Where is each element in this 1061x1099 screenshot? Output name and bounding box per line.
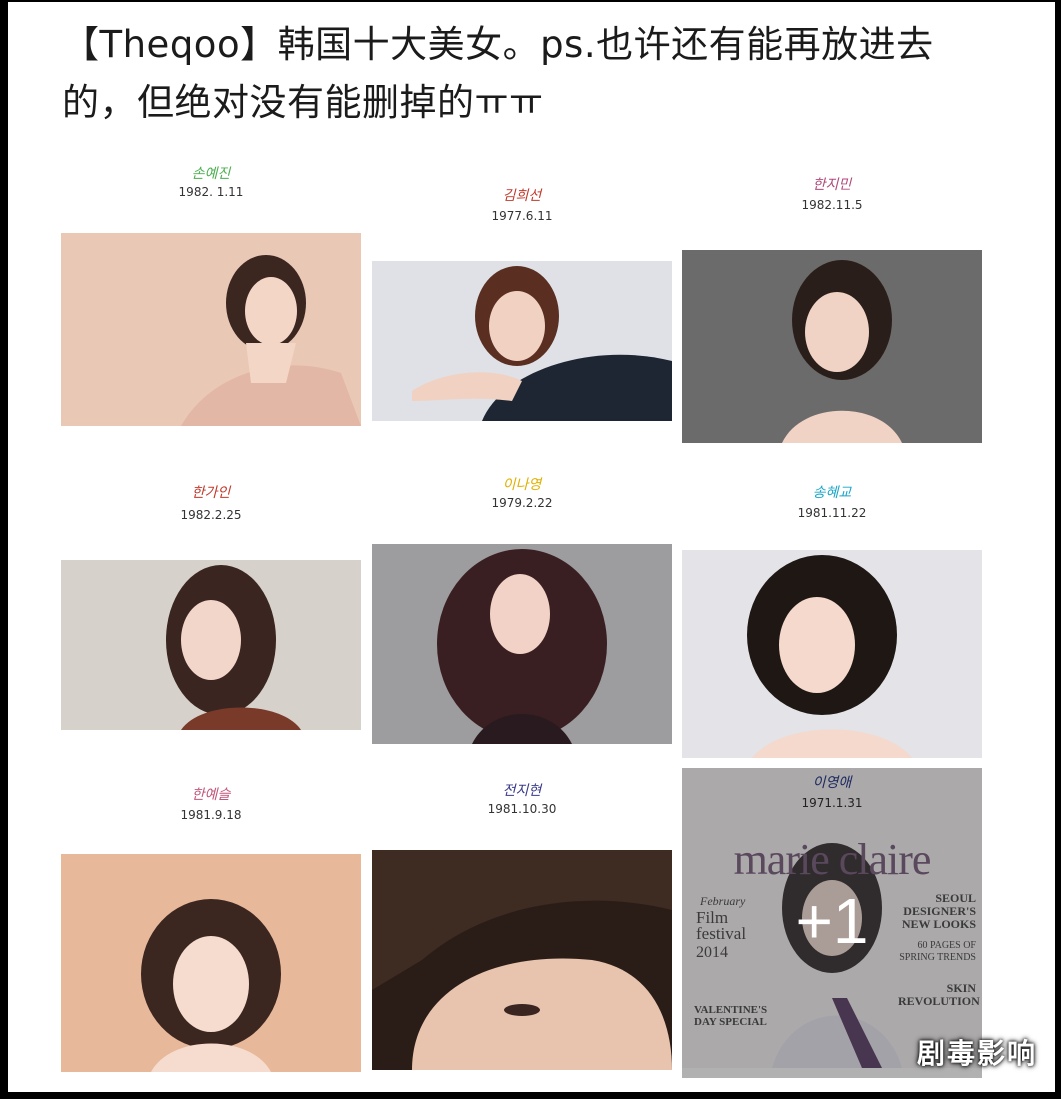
portrait-photo[interactable] — [61, 560, 361, 730]
birth-date: 1982. 1.11 — [178, 185, 244, 199]
gallery-card-1[interactable]: 손예진 1982. 1.11 — [61, 157, 361, 447]
post-title: 【Theqoo】韩国十大美女。ps.也许还有能再放进去的，但绝对没有能删掉的ㅠㅠ — [62, 23, 934, 124]
portrait-photo[interactable] — [372, 850, 672, 1070]
portrait-photo[interactable] — [61, 854, 361, 1072]
birth-date: 1981.9.18 — [180, 808, 242, 822]
watermark-text: 剧毒影响 — [916, 1037, 1037, 1070]
celebrity-name: 이영애 — [812, 775, 852, 791]
celebrity-name: 한지민 — [812, 177, 852, 193]
celebrity-name: 한가인 — [191, 485, 231, 501]
birth-date: 1982.2.25 — [180, 508, 242, 522]
birth-date: 1981.11.22 — [797, 506, 867, 520]
gallery-card-2[interactable]: 김희선 1977.6.11 — [372, 177, 672, 437]
portrait-photo[interactable] — [61, 233, 361, 426]
gallery-card-8[interactable]: 전지현 1981.10.30 — [372, 774, 672, 1074]
portrait-photo[interactable] — [682, 250, 982, 443]
birth-date: 1981.10.30 — [487, 802, 557, 816]
portrait-photo[interactable] — [372, 544, 672, 744]
post-frame: 【Theqoo】韩国十大美女。ps.也许还有能再放进去的，但绝对没有能删掉的ㅠㅠ… — [8, 2, 1055, 1092]
gallery-card-7[interactable]: 한예슬 1981.9.18 — [61, 782, 361, 1072]
celebrity-name: 손예진 — [191, 166, 231, 182]
portrait-photo[interactable] — [682, 550, 982, 758]
celebrity-name: 송혜교 — [812, 485, 852, 501]
portrait-photo[interactable] — [372, 261, 672, 421]
gallery-card-3[interactable]: 한지민 1982.11.5 — [682, 170, 982, 460]
gallery-card-5[interactable]: 이나영 1979.2.22 — [372, 472, 672, 752]
birth-date: 1977.6.11 — [491, 209, 553, 223]
celebrity-name: 한예슬 — [191, 787, 231, 803]
gallery-card-4[interactable]: 한가인 1982.2.25 — [61, 480, 361, 750]
more-images-count: +1 — [795, 885, 869, 957]
birth-date: 1971.1.31 — [801, 796, 863, 810]
birth-date: 1979.2.22 — [491, 496, 553, 510]
celebrity-name: 이나영 — [502, 477, 542, 493]
birth-date: 1982.11.5 — [801, 198, 863, 212]
celebrity-name: 김희선 — [502, 188, 542, 204]
celebrity-name: 전지현 — [502, 783, 542, 799]
gallery-card-6[interactable]: 송혜교 1981.11.22 — [682, 478, 982, 768]
